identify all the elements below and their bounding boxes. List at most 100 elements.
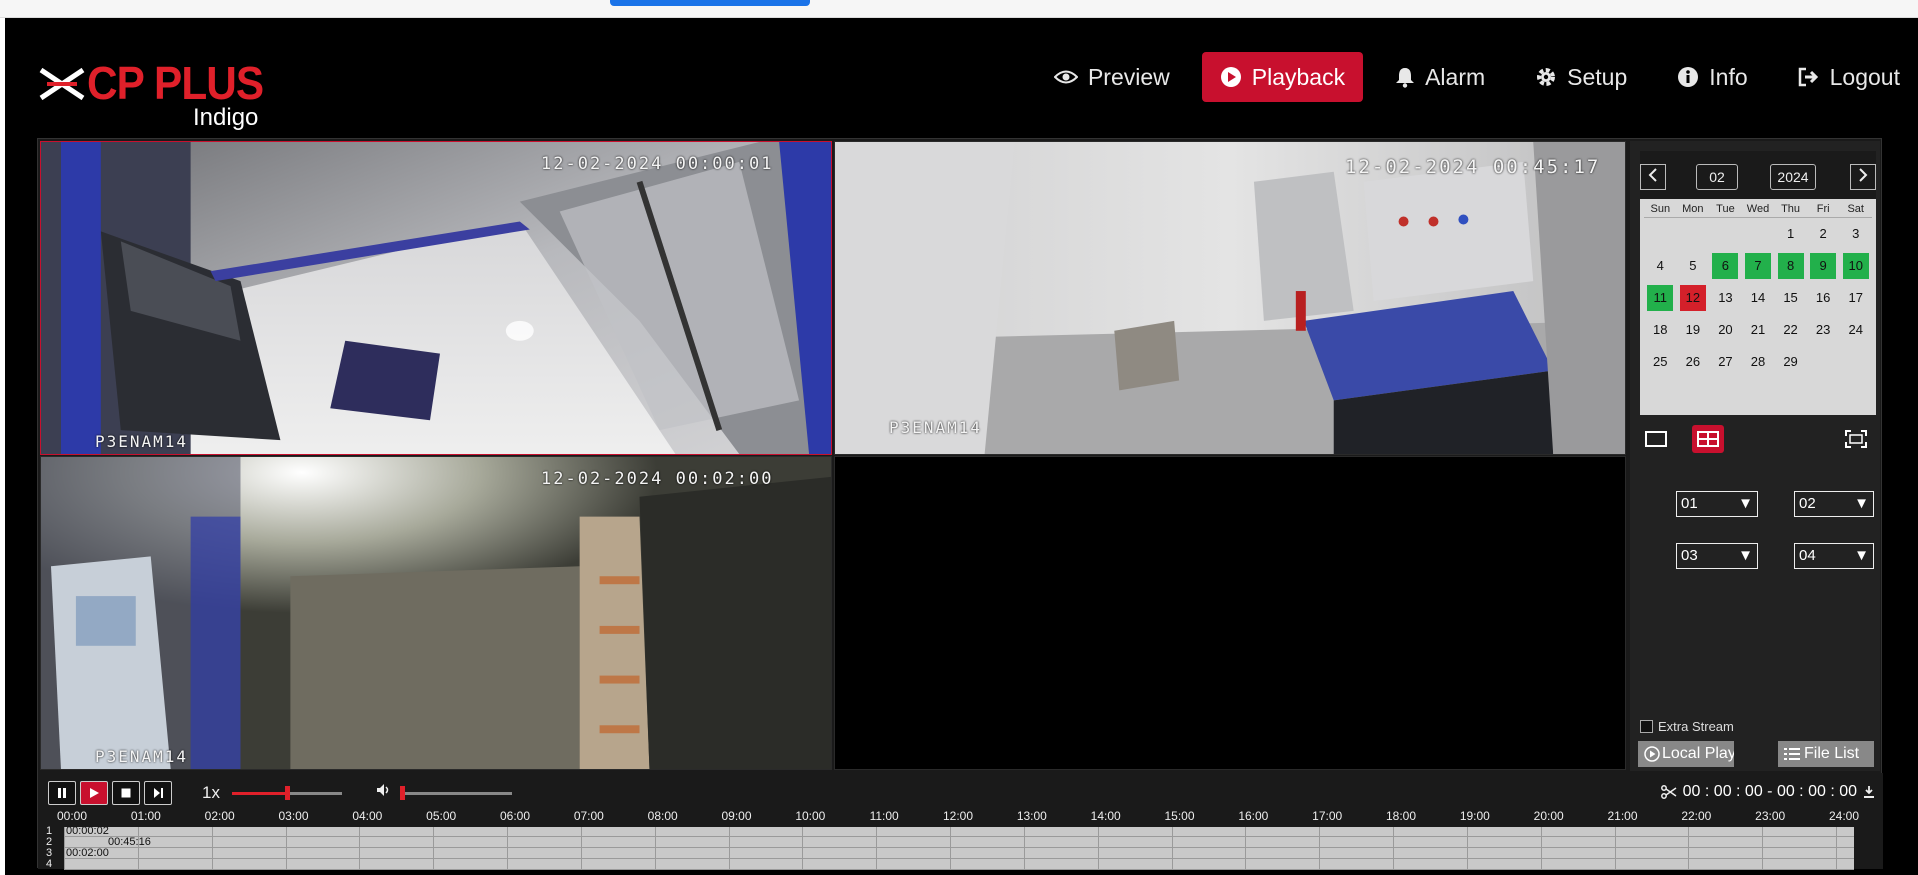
timeline-row[interactable] — [64, 860, 1854, 870]
calendar-day-number: 5 — [1689, 258, 1697, 273]
calendar-month-field[interactable]: 02 — [1696, 164, 1738, 190]
extra-stream-option[interactable]: Extra Stream — [1640, 719, 1734, 734]
calendar-day-number: 14 — [1750, 290, 1766, 305]
calendar-day[interactable]: 7 — [1742, 250, 1775, 282]
fullscreen-button[interactable] — [1840, 425, 1872, 453]
timeline-row-time: 00:45:16 — [108, 836, 151, 848]
calendar-day[interactable]: 28 — [1742, 346, 1775, 378]
playback-speed-slider[interactable] — [232, 786, 342, 800]
calendar-day[interactable]: 4 — [1644, 250, 1677, 282]
volume-slider[interactable] — [400, 786, 512, 800]
volume-icon[interactable] — [376, 783, 392, 797]
calendar-day[interactable]: 27 — [1709, 346, 1742, 378]
osd-camera-name: P3ENAM14 — [889, 418, 983, 437]
calendar-weekday: Tue — [1709, 199, 1742, 218]
calendar-day[interactable]: 9 — [1807, 250, 1840, 282]
speed-indicator[interactable]: 1x — [202, 783, 220, 803]
timeline-row[interactable]: 00:45:16 — [64, 836, 1854, 848]
calendar-day[interactable]: 10 — [1839, 250, 1872, 282]
calendar-day[interactable]: 19 — [1677, 314, 1710, 346]
timeline-hour-label: 09:00 — [721, 809, 752, 823]
quad-view-button[interactable] — [1692, 425, 1724, 453]
calendar-day[interactable]: 20 — [1709, 314, 1742, 346]
nav-info[interactable]: Info — [1659, 52, 1765, 102]
calendar-day-number: 1 — [1786, 226, 1795, 241]
timeline-hour-label: 21:00 — [1607, 809, 1638, 823]
calendar-day[interactable]: 8 — [1774, 250, 1807, 282]
nav-setup[interactable]: Setup — [1517, 52, 1645, 102]
calendar-year-field[interactable]: 2024 — [1770, 164, 1816, 190]
video-channel-2[interactable]: 12-02-2024 00:45:17 P3ENAM14 — [834, 141, 1626, 455]
calendar-day[interactable]: 22 — [1774, 314, 1807, 346]
calendar-weekday: Fri — [1806, 199, 1840, 218]
calendar-day[interactable]: 1 — [1774, 218, 1807, 250]
timeline-hour-label: 14:00 — [1090, 809, 1121, 823]
calendar-day[interactable]: 3 — [1839, 218, 1872, 250]
calendar-day[interactable]: 26 — [1677, 346, 1710, 378]
channel-select-2[interactable]: 02 ▼ — [1794, 491, 1874, 517]
logo-brand-text: CP PLUS — [87, 57, 264, 109]
timeline-row[interactable]: 00:02:00 — [64, 847, 1854, 859]
list-icon — [1784, 748, 1800, 760]
browser-tab-strip — [0, 0, 1918, 18]
slider-knob[interactable] — [285, 786, 290, 800]
calendar-day[interactable]: 17 — [1839, 282, 1872, 314]
extra-stream-label: Extra Stream — [1658, 719, 1734, 734]
calendar-prev-button[interactable] — [1640, 164, 1666, 190]
calendar-next-button[interactable] — [1850, 164, 1876, 190]
nav-logout[interactable]: Logout — [1780, 52, 1918, 102]
nav-preview[interactable]: Preview — [1036, 52, 1188, 102]
extra-stream-checkbox[interactable] — [1640, 720, 1653, 733]
calendar-day[interactable]: 6 — [1709, 250, 1742, 282]
calendar-day[interactable]: 24 — [1839, 314, 1872, 346]
timeline-hour-label: 08:00 — [647, 809, 678, 823]
calendar-day[interactable]: 13 — [1709, 282, 1742, 314]
calendar-day[interactable]: 14 — [1742, 282, 1775, 314]
calendar-day[interactable]: 21 — [1742, 314, 1775, 346]
timeline-row[interactable]: 00:00:02 — [64, 825, 1854, 837]
timeline-row-time: 00:00:02 — [66, 825, 109, 837]
timeline-hour-label: 23:00 — [1755, 809, 1786, 823]
calendar-day[interactable]: 25 — [1644, 346, 1677, 378]
timeline-track[interactable]: 00:00:02 00:45:16 00:02:00 — [64, 825, 1854, 870]
nav-alarm[interactable]: Alarm — [1377, 52, 1503, 102]
pause-button[interactable] — [48, 781, 76, 805]
dropdown-arrow-icon: ▼ — [1738, 495, 1753, 512]
video-channel-3[interactable]: 12-02-2024 00:02:00 P3ENAM14 — [40, 456, 832, 770]
calendar-day[interactable]: 11 — [1644, 282, 1677, 314]
local-play-button[interactable]: Local Play — [1638, 741, 1734, 767]
calendar-day[interactable]: 12 — [1677, 282, 1710, 314]
scissors-icon[interactable] — [1660, 785, 1677, 799]
calendar-day[interactable]: 2 — [1807, 218, 1840, 250]
stop-button[interactable] — [112, 781, 140, 805]
file-list-button[interactable]: File List — [1778, 741, 1874, 767]
video-channel-4[interactable] — [834, 456, 1626, 770]
single-window-icon — [1645, 431, 1667, 447]
play-button[interactable] — [80, 781, 108, 805]
calendar-day[interactable]: 23 — [1807, 314, 1840, 346]
calendar-day-number — [1843, 349, 1869, 375]
calendar-day-number: 2 — [1819, 226, 1827, 241]
timeline-hour-label: 03:00 — [278, 809, 309, 823]
cp-plus-logo: CP PLUS Indigo — [35, 40, 275, 131]
calendar-day-number: 3 — [1852, 226, 1860, 241]
calendar-day[interactable]: 5 — [1677, 250, 1710, 282]
download-icon[interactable] — [1863, 785, 1875, 799]
nav-playback[interactable]: Playback — [1201, 52, 1364, 102]
next-frame-button[interactable] — [144, 781, 172, 805]
calendar-day[interactable]: 29 — [1774, 346, 1807, 378]
timeline-hour-label: 13:00 — [1016, 809, 1047, 823]
single-view-button[interactable] — [1640, 425, 1672, 453]
calendar-day-number: 24 — [1848, 322, 1863, 337]
channel-select-3[interactable]: 03 ▼ — [1676, 543, 1758, 569]
channel-select-4[interactable]: 04 ▼ — [1794, 543, 1874, 569]
calendar-day[interactable]: 15 — [1774, 282, 1807, 314]
calendar-day[interactable]: 18 — [1644, 314, 1677, 346]
video-channel-1[interactable]: 12-02-2024 00:00:01 P3ENAM14 — [40, 141, 832, 455]
channel-select-value: 01 — [1681, 495, 1698, 512]
video-grid: 12-02-2024 00:00:01 P3ENAM14 12-02-2024 … — [40, 141, 1628, 771]
pause-icon — [58, 788, 66, 798]
channel-select-1[interactable]: 01 ▼ — [1676, 491, 1758, 517]
slider-knob[interactable] — [400, 786, 405, 800]
calendar-day[interactable]: 16 — [1807, 282, 1840, 314]
